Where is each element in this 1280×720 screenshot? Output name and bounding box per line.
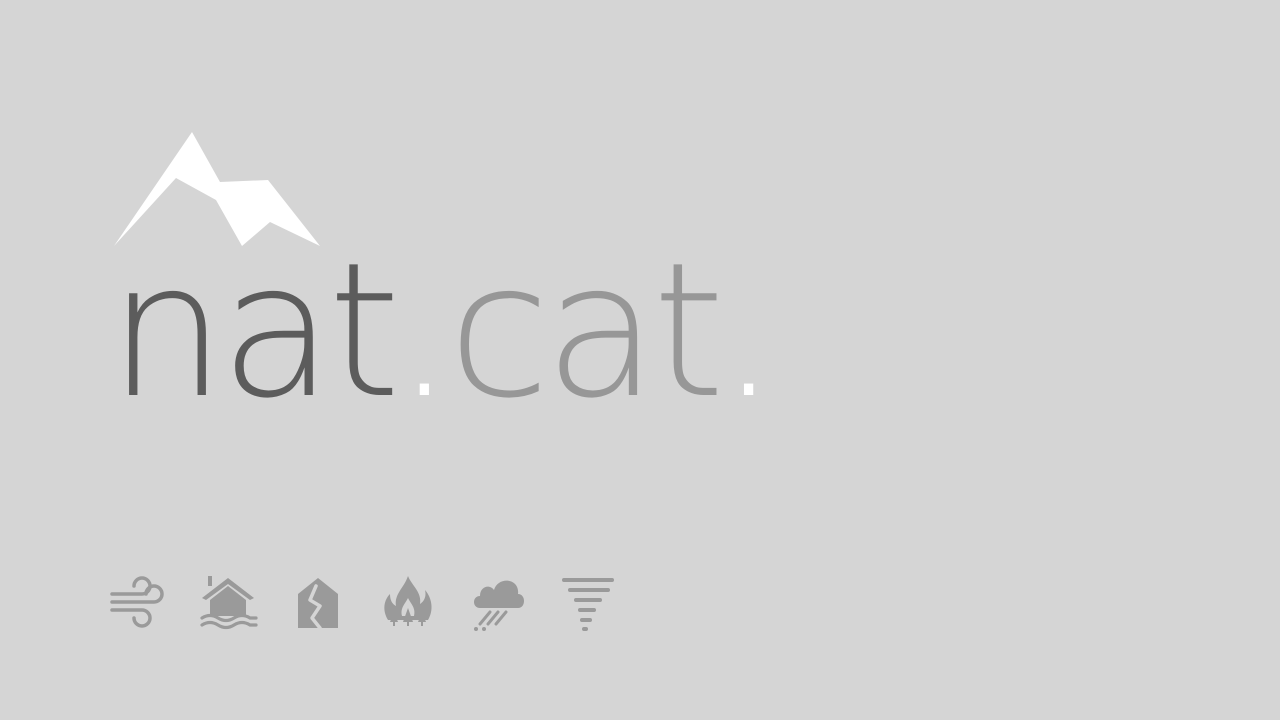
wildfire-icon	[384, 576, 432, 626]
earthquake-icon	[298, 578, 338, 630]
wordmark-cat: cat	[447, 222, 725, 439]
brand-wordmark: nat.cat.	[108, 238, 778, 424]
wordmark-nat: nat	[108, 222, 401, 439]
wordmark-dot-1: .	[394, 222, 454, 439]
wind-icon	[110, 576, 164, 628]
flood-icon	[200, 576, 258, 630]
wordmark-dot-2: .	[719, 222, 778, 439]
hail-icon	[474, 580, 524, 631]
tornado-icon	[562, 578, 614, 631]
hazard-icon-row	[108, 570, 618, 634]
